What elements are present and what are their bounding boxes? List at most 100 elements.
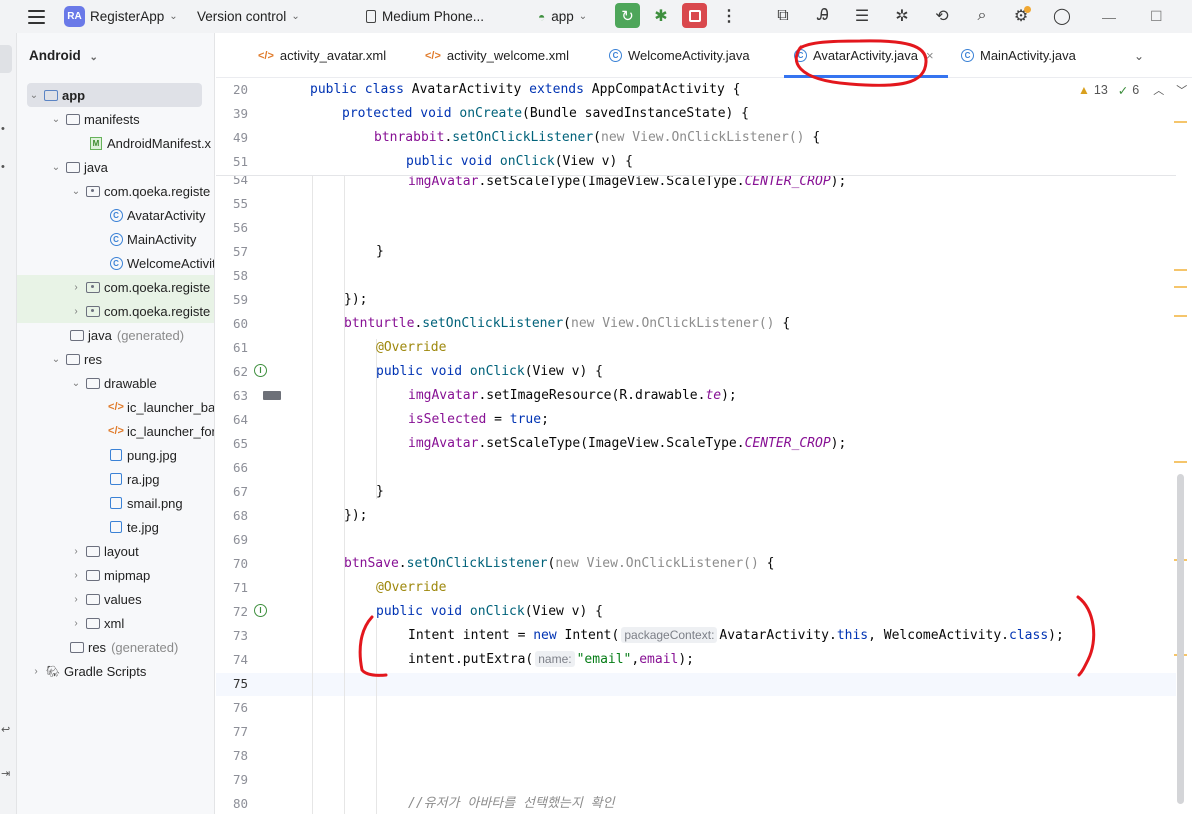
- main-menu-icon[interactable]: [26, 0, 46, 33]
- close-icon[interactable]: ×: [926, 48, 934, 63]
- code-line: public void onClick(View v) {: [406, 154, 633, 169]
- tree-item-avataractivity[interactable]: C AvatarActivity: [17, 203, 214, 227]
- tree-item-package-androidtest[interactable]: › com.qoeka.registe: [17, 275, 214, 299]
- tree-item-welcomeactivity[interactable]: C WelcomeActivit: [17, 251, 214, 275]
- translate-icon[interactable]: Ꭿ: [811, 4, 835, 28]
- minimize-button[interactable]: —: [1102, 0, 1116, 33]
- run-config-selector[interactable]: ◓ app ⌄: [538, 0, 587, 33]
- tree-label: AvatarActivity: [127, 207, 206, 223]
- tree-item-pung-jpg[interactable]: pung.jpg: [17, 443, 214, 467]
- folder-icon: [85, 376, 101, 390]
- code-line: public class AvatarActivity extends AppC…: [310, 82, 741, 97]
- tree-item-package-test[interactable]: › com.qoeka.registe: [17, 299, 214, 323]
- tree-item-ic-launcher-background[interactable]: </> ic_launcher_ba: [17, 395, 214, 419]
- vcs-selector[interactable]: Version control ⌄: [197, 0, 300, 33]
- tabs-overflow-chevron-down-icon[interactable]: ⌄: [1134, 33, 1144, 78]
- tree-item-values[interactable]: › values: [17, 587, 214, 611]
- chevron-right-icon: ›: [74, 593, 78, 605]
- project-selector[interactable]: RegisterApp ⌄: [90, 0, 178, 33]
- tree-item-manifests[interactable]: ⌄ manifests: [17, 107, 214, 131]
- chevron-right-icon: ›: [74, 569, 78, 581]
- tree-item-java-generated[interactable]: java (generated): [17, 323, 214, 347]
- device-manager-icon[interactable]: ⧉: [771, 4, 795, 28]
- stop-button[interactable]: [682, 3, 707, 28]
- tree-item-res-generated[interactable]: res (generated): [17, 635, 214, 659]
- tab-welcomeactivity-java[interactable]: C WelcomeActivity.java: [609, 33, 750, 78]
- terminal-icon[interactable]: ↩: [1, 723, 10, 736]
- error-stripe-mark[interactable]: [1174, 461, 1187, 463]
- tree-item-xml[interactable]: › xml: [17, 611, 214, 635]
- tree-item-res[interactable]: ⌄ res: [17, 347, 214, 371]
- line-number: 71: [232, 580, 248, 595]
- next-highlight-icon[interactable]: ﹀: [1176, 82, 1187, 98]
- error-stripe-mark[interactable]: [1174, 121, 1187, 123]
- error-stripe-mark[interactable]: [1174, 286, 1187, 288]
- device-selector[interactable]: Medium Phone...: [366, 0, 484, 33]
- warning-count: 13: [1093, 83, 1108, 97]
- override-method-icon[interactable]: I: [254, 604, 267, 617]
- tree-item-java[interactable]: ⌄ java: [17, 155, 214, 179]
- chevron-right-icon: ›: [34, 665, 38, 677]
- title-bar: RA RegisterApp ⌄ Version control ⌄ Mediu…: [0, 0, 1192, 33]
- image-resource-icon[interactable]: [263, 391, 281, 400]
- tree-item-te-jpg[interactable]: te.jpg: [17, 515, 214, 539]
- app-inspection-icon[interactable]: ✲: [890, 4, 914, 28]
- error-stripe-mark[interactable]: [1174, 269, 1187, 271]
- caret-line-highlight: [216, 673, 1176, 696]
- code-line: public void onClick(View v) {: [376, 364, 603, 379]
- tree-item-mainactivity[interactable]: C MainActivity: [17, 227, 214, 251]
- xml-file-icon: </>: [258, 49, 274, 62]
- tree-label: values: [104, 591, 142, 607]
- tab-activity-welcome-xml[interactable]: </> activity_welcome.xml: [425, 33, 569, 78]
- class-icon: C: [794, 49, 807, 62]
- account-icon[interactable]: ◯: [1050, 4, 1074, 28]
- debug-icon[interactable]: ✱: [649, 4, 673, 28]
- gradle-icon: 🐘︎: [46, 665, 60, 678]
- more-icon[interactable]: ⋮: [717, 4, 741, 28]
- code-editor[interactable]: 20 39 49 51 54 55 56 57 58 59 60 61 62 6…: [216, 79, 1192, 814]
- tree-label: xml: [104, 615, 125, 631]
- indent-guide: [376, 619, 377, 814]
- project-tool-button[interactable]: [0, 45, 12, 73]
- tab-label: activity_avatar.xml: [279, 48, 387, 63]
- git-icon[interactable]: ⇥: [1, 767, 10, 780]
- tree-item-ic-launcher-foreground[interactable]: </> ic_launcher_for: [17, 419, 214, 443]
- tree-item-package[interactable]: ⌄ com.qoeka.registe: [17, 179, 214, 203]
- tree-item-smail-png[interactable]: smail.png: [17, 491, 214, 515]
- search-icon[interactable]: ⌕: [970, 4, 994, 28]
- class-icon: C: [108, 232, 124, 246]
- code-line: public void onClick(View v) {: [376, 604, 603, 619]
- maximize-button[interactable]: ☐: [1150, 0, 1163, 33]
- error-stripe-mark[interactable]: [1174, 315, 1187, 317]
- resources-folder-icon: [65, 352, 81, 366]
- override-method-icon[interactable]: I: [254, 364, 267, 377]
- sync-icon[interactable]: ⟲: [930, 4, 954, 28]
- project-view-selector[interactable]: Android ⌄: [29, 48, 98, 63]
- tab-activity-avatar-xml[interactable]: </> activity_avatar.xml: [258, 33, 386, 78]
- tree-item-gradle-scripts[interactable]: › 🐘︎ Gradle Scripts: [17, 659, 214, 683]
- tab-mainactivity-java[interactable]: C MainActivity.java: [961, 33, 1076, 78]
- project-name: RegisterApp: [90, 9, 165, 24]
- inspection-widget[interactable]: ▲ 13 ✓ 6 ︿ ﹀: [1078, 82, 1187, 98]
- vertical-scrollbar-thumb[interactable]: [1177, 474, 1184, 804]
- logcat-icon[interactable]: ☰: [850, 4, 874, 28]
- structure-icon[interactable]: •: [1, 161, 5, 173]
- tree-item-ra-jpg[interactable]: ra.jpg: [17, 467, 214, 491]
- image-file-icon: [108, 448, 124, 462]
- commit-icon[interactable]: •: [1, 123, 5, 135]
- tree-item-mipmap[interactable]: › mipmap: [17, 563, 214, 587]
- chevron-down-icon: ⌄: [578, 11, 588, 22]
- tree-item-layout[interactable]: › layout: [17, 539, 214, 563]
- previous-highlight-icon[interactable]: ︿: [1153, 82, 1164, 98]
- tree-item-drawable[interactable]: ⌄ drawable: [17, 371, 214, 395]
- class-icon: C: [108, 208, 124, 222]
- xml-file-icon: </>: [108, 401, 124, 413]
- tree-item-app[interactable]: ⌄ app: [27, 83, 202, 107]
- apply-changes-button[interactable]: ↻: [615, 3, 640, 28]
- line-number: 49: [232, 130, 248, 145]
- tree-item-androidmanifest[interactable]: M AndroidManifest.x: [17, 131, 214, 155]
- project-badge[interactable]: RA: [64, 6, 85, 27]
- tab-avataractivity-java[interactable]: C AvatarActivity.java ×: [784, 33, 948, 78]
- line-number: 55: [232, 196, 248, 211]
- tree-label: pung.jpg: [127, 447, 177, 463]
